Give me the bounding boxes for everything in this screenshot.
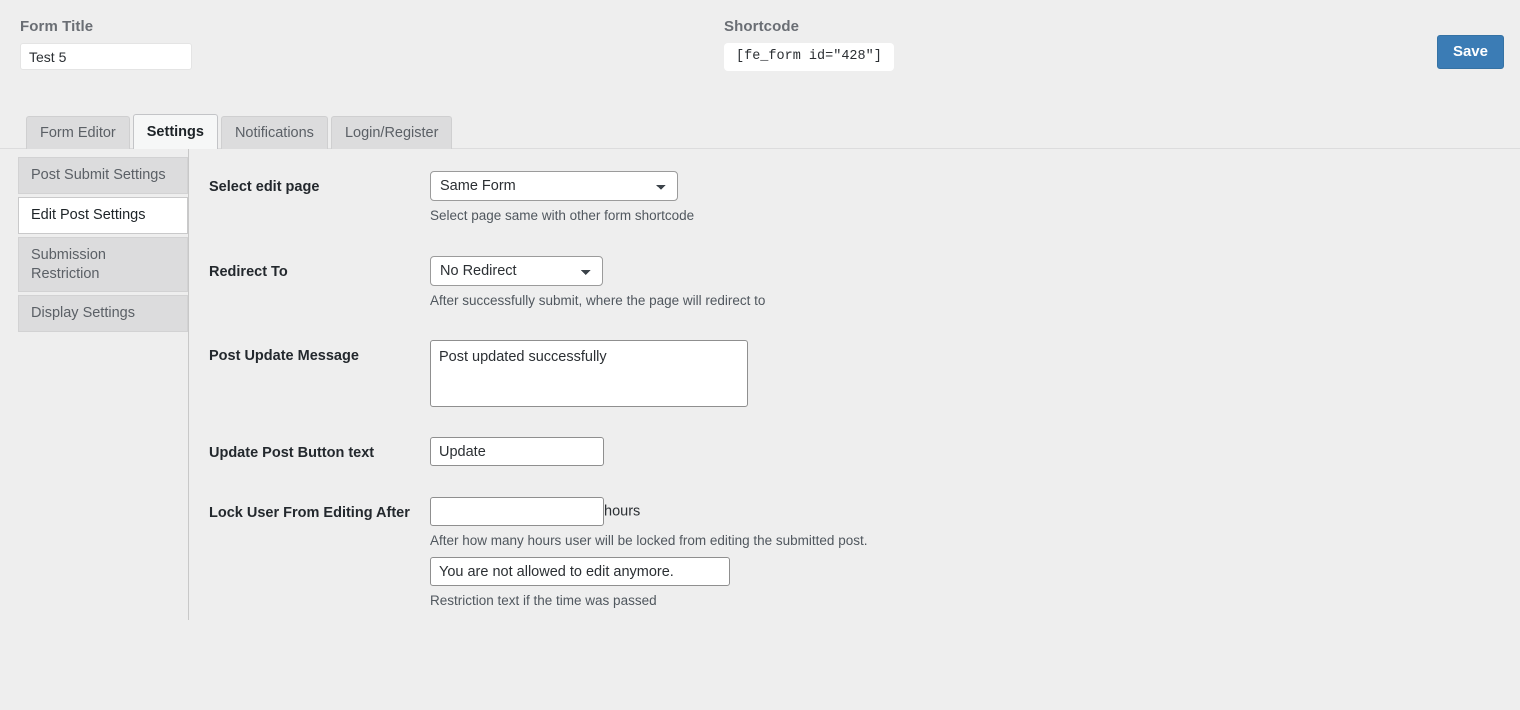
sidebar-item-post-submit-settings[interactable]: Post Submit Settings (18, 157, 188, 194)
field-control-select-edit-page: Same Form Select page same with other fo… (430, 171, 1520, 225)
field-control-post-update-message: Post updated successfully (430, 340, 1520, 412)
field-label-select-edit-page: Select edit page (209, 179, 320, 195)
update-post-button-text-input[interactable] (430, 437, 604, 466)
settings-body: Post Submit Settings Edit Post Settings … (0, 149, 1520, 710)
tab-form-editor[interactable]: Form Editor (26, 116, 130, 149)
field-control-redirect-to: No Redirect After successfully submit, w… (430, 256, 1520, 310)
post-update-message-textarea[interactable]: Post updated successfully (430, 340, 748, 407)
field-lock-user: Lock User From Editing After hours After… (209, 497, 1520, 610)
shortcode-group: Shortcode [fe_form id="428"] (724, 18, 894, 72)
form-title-input[interactable] (20, 43, 192, 70)
field-label-redirect-to: Redirect To (209, 264, 288, 280)
field-label-update-post-button-text: Update Post Button text (209, 445, 375, 461)
sidebar-divider (188, 149, 189, 620)
tab-bar: Form Editor Settings Notifications Login… (26, 114, 455, 149)
shortcode-label: Shortcode (724, 18, 800, 35)
field-update-post-button-text: Update Post Button text (209, 437, 1520, 466)
field-label-post-update-message: Post Update Message (209, 348, 359, 364)
help-select-edit-page: Select page same with other form shortco… (430, 208, 695, 223)
shortcode-value[interactable]: [fe_form id="428"] (724, 43, 894, 72)
help-redirect-to: After successfully submit, where the pag… (430, 293, 766, 308)
settings-sidebar: Post Submit Settings Edit Post Settings … (18, 157, 188, 335)
form-title-group: Form Title (20, 18, 192, 70)
sidebar-item-display-settings[interactable]: Display Settings (18, 295, 188, 333)
field-label-lock-user: Lock User From Editing After (209, 505, 410, 521)
field-select-edit-page: Select edit page Same Form Select page s… (209, 171, 1520, 225)
sidebar-item-edit-post-settings[interactable]: Edit Post Settings (18, 196, 188, 234)
select-edit-page-dropdown[interactable]: Same Form (430, 171, 678, 201)
help-lock-user-hours: After how many hours user will be locked… (430, 533, 868, 548)
redirect-to-dropdown[interactable]: No Redirect (430, 256, 603, 286)
page-header: Form Title Shortcode [fe_form id="428"] … (0, 0, 1520, 96)
lock-user-hours-unit: hours (604, 503, 641, 520)
field-post-update-message: Post Update Message Post updated success… (209, 340, 1520, 412)
sidebar-item-submission-restriction[interactable]: Submission Restriction (18, 236, 188, 293)
tab-notifications[interactable]: Notifications (220, 116, 328, 149)
tab-login-register[interactable]: Login/Register (330, 116, 453, 149)
lock-user-hours-input[interactable] (430, 497, 604, 526)
help-restriction-text: Restriction text if the time was passed (430, 593, 657, 609)
field-control-update-post-button-text (430, 437, 1520, 466)
save-button[interactable]: Save (1436, 35, 1504, 69)
form-title-label: Form Title (20, 18, 94, 35)
tab-settings[interactable]: Settings (132, 114, 218, 149)
field-redirect-to: Redirect To No Redirect After successful… (209, 256, 1520, 310)
field-control-lock-user: hours After how many hours user will be … (430, 497, 1520, 610)
restriction-text-input[interactable] (430, 557, 730, 587)
